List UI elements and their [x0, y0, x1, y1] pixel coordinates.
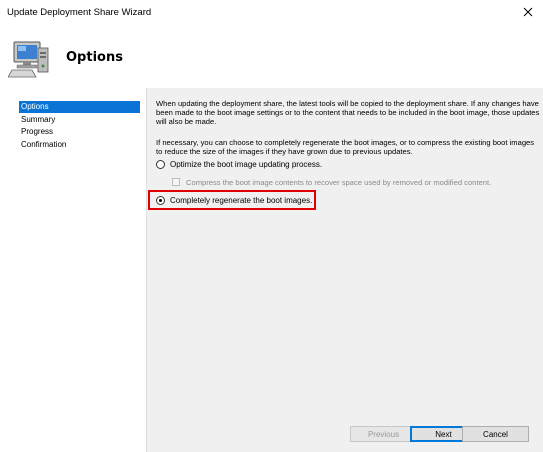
optimize-option[interactable]: Optimize the boot image updating process… [156, 157, 322, 171]
title-bar: Update Deployment Share Wizard [0, 0, 543, 26]
optimize-label: Optimize the boot image updating process… [170, 159, 323, 169]
wizard-nav: Options Summary Progress Confirmation [0, 88, 146, 452]
nav-item-confirmation[interactable]: Confirmation [19, 139, 140, 151]
highlight-box [148, 190, 316, 210]
nav-item-options[interactable]: Options [19, 101, 140, 113]
cancel-button[interactable]: Cancel [462, 426, 529, 442]
page-title: Options [66, 50, 123, 65]
compress-checkbox [172, 178, 180, 186]
nav-item-progress[interactable]: Progress [19, 126, 140, 138]
options-panel: When updating the deployment share, the … [146, 88, 543, 452]
previous-button[interactable]: Previous [350, 426, 417, 442]
computer-icon [8, 41, 49, 78]
close-button[interactable] [513, 0, 543, 24]
intro-text: When updating the deployment share, the … [156, 99, 540, 127]
compress-label: Compress the boot image contents to reco… [186, 177, 492, 187]
compress-option: Compress the boot image contents to reco… [172, 175, 491, 189]
window-title: Update Deployment Share Wizard [7, 7, 152, 18]
regenerate-info-text: If necessary, you can choose to complete… [156, 138, 535, 156]
close-icon [523, 7, 533, 17]
nav-item-summary[interactable]: Summary [19, 114, 140, 126]
optimize-radio[interactable] [156, 159, 165, 169]
